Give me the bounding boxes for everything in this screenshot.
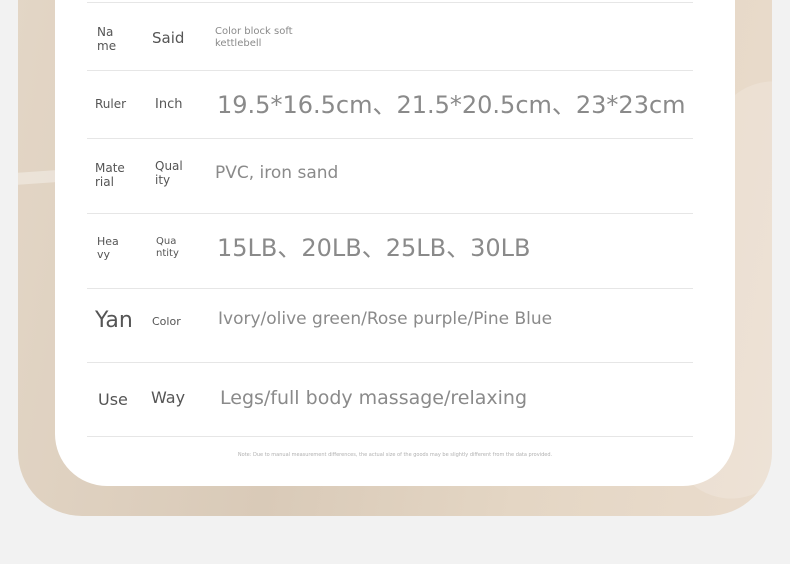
spec-row-weight: Hea vy Qua ntity 15LB、20LB、25LB、30LB: [87, 213, 693, 289]
row-label-part-1: Mate rial: [95, 161, 125, 189]
measurement-note: Note: Due to manual measurement differen…: [237, 452, 553, 458]
spec-row-name: Na me Said Color block soft kettlebell: [87, 3, 693, 71]
spec-row-material: Mate rial Qual ity PVC, iron sand: [87, 138, 693, 214]
row-label-part-1: Na me: [97, 25, 117, 53]
row-label-part-1: Use: [98, 390, 128, 409]
row-label-part-2: Inch: [155, 97, 183, 112]
row-label-part-1: Ruler: [95, 97, 127, 111]
row-label-part-2: Color: [152, 315, 181, 328]
spec-row-usage: Use Way Legs/full body massage/relaxing: [87, 362, 693, 437]
spec-row-size: Ruler Inch 19.5*16.5cm、21.5*20.5cm、23*23…: [87, 70, 693, 139]
row-label-part-2: Said: [152, 29, 185, 47]
row-label-part-1: Hea vy: [97, 235, 119, 261]
row-label-part-1: Yan: [95, 308, 133, 333]
row-value: Legs/full body massage/relaxing: [220, 387, 528, 409]
row-value: Color block soft kettlebell: [215, 26, 293, 49]
row-label-part-2: Qual ity: [155, 159, 183, 187]
row-value: PVC, iron sand: [215, 163, 339, 183]
row-label-part-2: Qua ntity: [156, 236, 179, 259]
row-value: 15LB、20LB、25LB、30LB: [217, 234, 531, 262]
spec-row-color: Yan Color Ivory/olive green/Rose purple/…: [87, 288, 693, 363]
row-value: 19.5*16.5cm、21.5*20.5cm、23*23cm: [217, 91, 686, 119]
row-value: Ivory/olive green/Rose purple/Pine Blue: [218, 309, 553, 329]
row-label-part-2: Way: [151, 388, 186, 407]
